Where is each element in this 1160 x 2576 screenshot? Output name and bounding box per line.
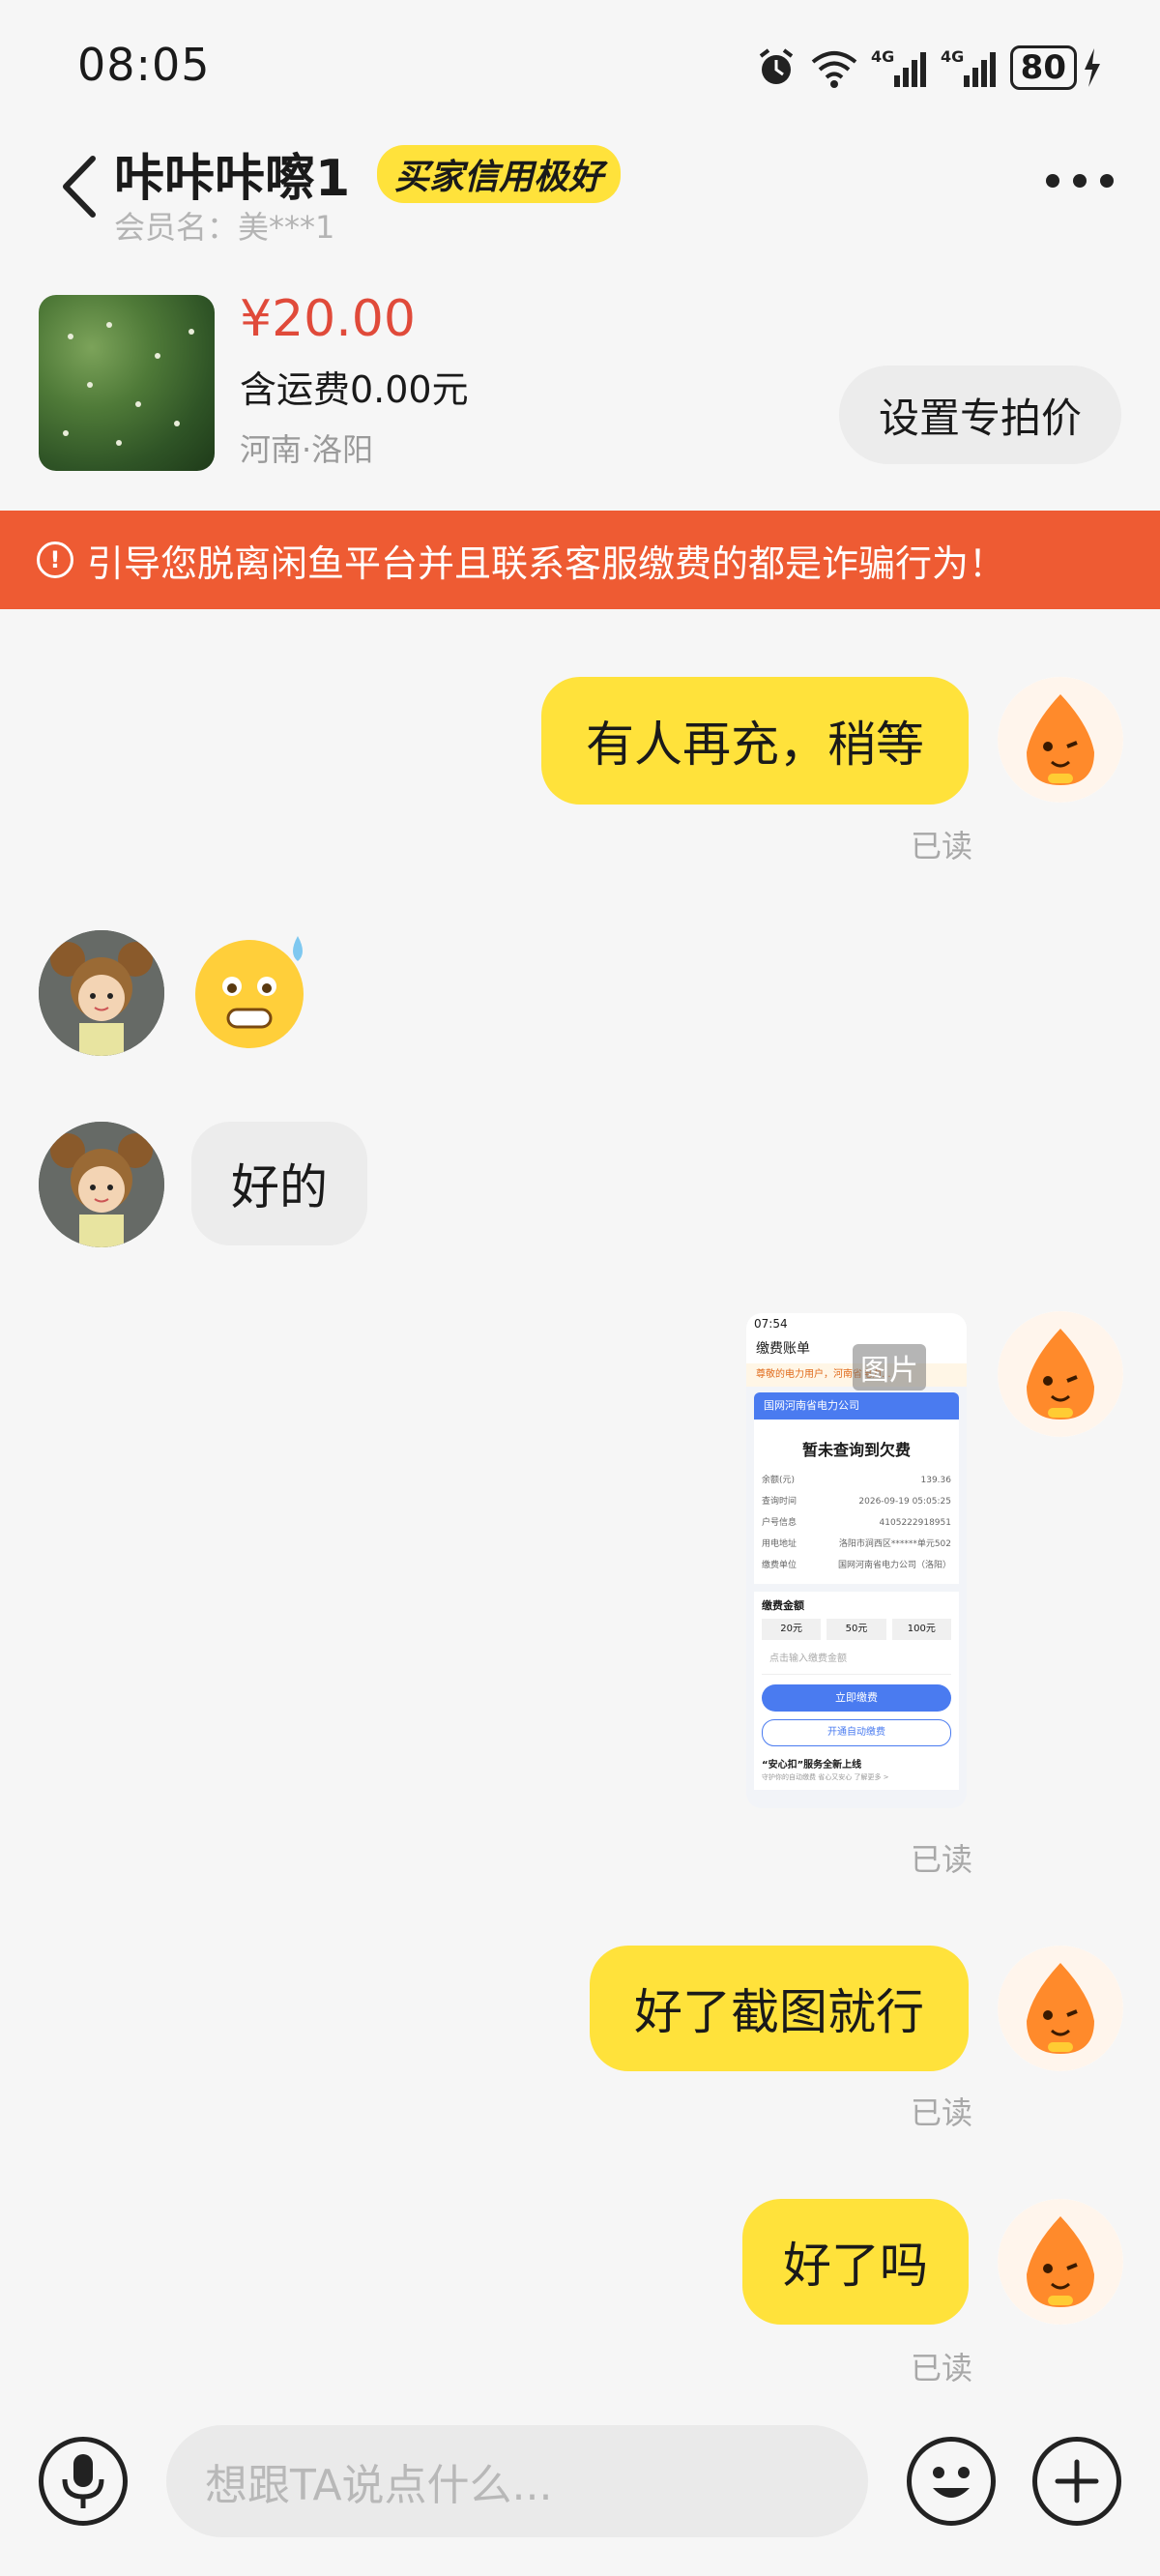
shot-time: 07:54 bbox=[746, 1313, 967, 1334]
exclamation-icon: ! bbox=[37, 542, 73, 578]
shot-row-label: 查询时间 bbox=[762, 1497, 798, 1507]
my-avatar[interactable] bbox=[998, 2199, 1123, 2325]
read-status: 已读 bbox=[911, 828, 973, 864]
shot-amount-option: 100元 bbox=[891, 1619, 951, 1640]
plus-icon bbox=[1055, 2459, 1099, 2503]
shot-row-value: 4105222918951 bbox=[879, 1518, 951, 1528]
other-avatar[interactable] bbox=[39, 1122, 164, 1247]
smiley-icon bbox=[933, 2467, 970, 2498]
message-bubble-mine[interactable]: 好了截图就行 bbox=[590, 1946, 969, 2071]
more-options-icon[interactable] bbox=[1046, 174, 1114, 188]
shot-status-title: 暂未查询到欠费 bbox=[801, 1441, 911, 1459]
emoji-button[interactable] bbox=[907, 2437, 996, 2526]
status-bar: 08:05 4G 4G 80 bbox=[0, 0, 1160, 135]
shot-row-value: 洛阳市涧西区******单元502 bbox=[838, 1539, 951, 1549]
message-input[interactable]: 想跟TA说点什么... bbox=[166, 2425, 868, 2537]
signal-4g-icon-2: 4G bbox=[941, 47, 996, 87]
shot-row-value: 国网河南省电力公司（洛阳） bbox=[837, 1561, 951, 1570]
warning-text: 引导您脱离闲鱼平台并且联系客服缴费的都是诈骗行为！ bbox=[87, 542, 1006, 585]
shot-row-label: 用电地址 bbox=[762, 1539, 798, 1549]
shot-pay-button: 立即缴费 bbox=[762, 1684, 951, 1712]
clock: 08:05 bbox=[77, 39, 211, 91]
shot-row-label: 户号信息 bbox=[762, 1518, 798, 1528]
shot-company: 国网河南省电力公司 bbox=[754, 1392, 959, 1420]
read-status: 已读 bbox=[911, 2094, 973, 2131]
product-location: 河南·洛阳 bbox=[240, 431, 374, 468]
product-image[interactable] bbox=[39, 295, 215, 471]
sweat-smile-emoji-icon bbox=[195, 936, 304, 1048]
shot-amount-option: 50元 bbox=[826, 1619, 886, 1640]
voice-button[interactable] bbox=[39, 2437, 128, 2526]
image-tag: 图片 bbox=[853, 1344, 926, 1390]
svg-text:4G: 4G bbox=[941, 47, 964, 66]
message-bubble-mine[interactable]: 有人再充，稍等 bbox=[541, 677, 969, 805]
charging-icon bbox=[1085, 48, 1100, 87]
my-avatar[interactable] bbox=[998, 677, 1123, 803]
battery-icon: 80 bbox=[1009, 45, 1102, 90]
mascot-icon bbox=[998, 1946, 1123, 2071]
signal-4g-icon: 4G bbox=[871, 47, 926, 87]
shot-amount-input: 点击输入缴费金额 bbox=[762, 1640, 951, 1675]
add-attachment-button[interactable] bbox=[1032, 2437, 1121, 2526]
svg-text:4G: 4G bbox=[871, 47, 894, 66]
alarm-icon bbox=[759, 48, 793, 84]
read-status: 已读 bbox=[911, 1841, 973, 1878]
shot-row-label: 余额(元) bbox=[762, 1476, 796, 1485]
shot-auto-pay-button: 开通自动缴费 bbox=[762, 1719, 951, 1746]
shot-row-value: 139.36 bbox=[920, 1476, 952, 1485]
message-bubble-mine[interactable]: 好了吗 bbox=[742, 2199, 969, 2325]
mascot-icon bbox=[998, 2199, 1123, 2325]
my-avatar[interactable] bbox=[998, 1311, 1123, 1437]
shipping-fee: 含运费0.00元 bbox=[240, 368, 469, 411]
wifi-icon bbox=[811, 51, 856, 88]
mascot-icon bbox=[998, 677, 1123, 803]
status-icons: 4G 4G 80 bbox=[755, 39, 1102, 97]
shot-amount-option: 20元 bbox=[762, 1619, 822, 1640]
message-image-mine[interactable]: 07:54 缴费账单 尊敬的电力用户，河南省电力... 国网河南省电力公司 暂未… bbox=[746, 1313, 967, 1808]
set-special-price-button[interactable]: 设置专拍价 bbox=[839, 366, 1121, 464]
chat-title[interactable]: 咔咔咔嚓1 bbox=[114, 137, 350, 210]
girl-avatar-icon bbox=[39, 1122, 164, 1247]
back-arrow-icon[interactable] bbox=[56, 153, 101, 220]
shot-row-label: 缴费单位 bbox=[762, 1561, 798, 1570]
member-name: 会员名：美***1 bbox=[114, 209, 335, 246]
read-status: 已读 bbox=[911, 2350, 973, 2386]
other-avatar[interactable] bbox=[39, 930, 164, 1056]
fraud-warning-banner: ! 引导您脱离闲鱼平台并且联系客服缴费的都是诈骗行为！ bbox=[0, 511, 1160, 609]
message-bubble-other[interactable]: 好的 bbox=[191, 1122, 367, 1245]
message-emoji-other[interactable] bbox=[193, 932, 313, 1052]
mascot-icon bbox=[998, 1311, 1123, 1437]
battery-level: 80 bbox=[1009, 45, 1077, 90]
microphone-icon bbox=[62, 2454, 104, 2508]
shot-promo: “安心扣”服务全新上线 bbox=[762, 1760, 862, 1771]
shot-amount-title: 缴费金额 bbox=[762, 1599, 804, 1612]
credit-badge: 买家信用极好 bbox=[377, 145, 622, 203]
product-price: ¥20.00 bbox=[240, 290, 416, 348]
girl-avatar-icon bbox=[39, 930, 164, 1056]
shot-row-value: 2026-09-19 05:05:25 bbox=[858, 1497, 951, 1507]
shot-promo-sub: 守护你的自动缴费 省心又安心 了解更多 > bbox=[762, 1773, 889, 1781]
my-avatar[interactable] bbox=[998, 1946, 1123, 2071]
